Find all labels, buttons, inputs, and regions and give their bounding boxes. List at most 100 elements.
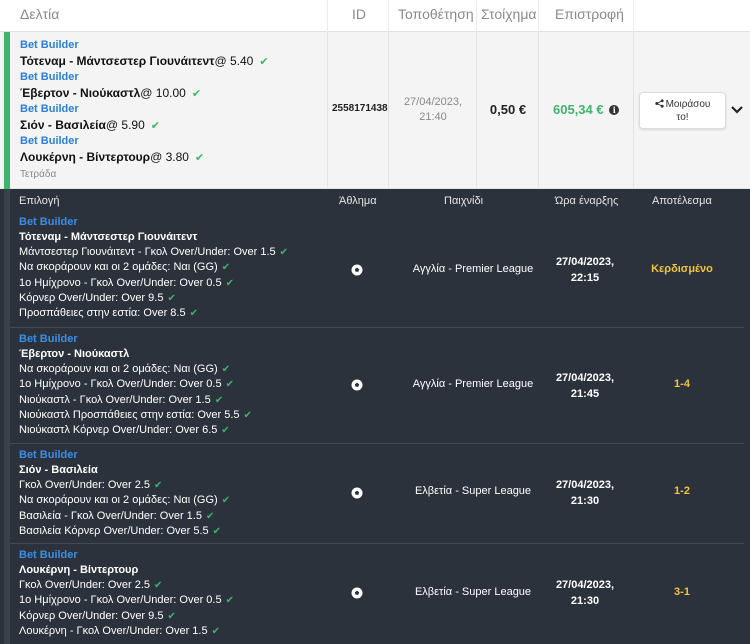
start-time: 27/04/2023, 22:15	[555, 256, 615, 284]
result-status: Κερδισμένο	[651, 263, 713, 275]
check-icon: ✔	[225, 379, 234, 391]
league-name: Αγγλία - Premier League	[412, 263, 534, 275]
check-icon: ✔	[205, 510, 215, 522]
details-header-sport: Άθλημα	[339, 195, 377, 207]
bet-details-panel: Επιλογή Άθλημα Παιχνίδι Ώρα έναρξης Αποτ…	[0, 189, 750, 644]
bet-slip-row[interactable]: Bet Builder Τότεναμ - Μάντσεστερ Γιουνάι…	[0, 32, 750, 189]
details-header-game: Παιχνίδι	[444, 195, 484, 207]
bet-leg: 1ο Ημίχρονο - Γκολ Over/Under: Over 0.5 ✔	[19, 378, 234, 391]
header-divider	[633, 0, 634, 32]
bet-leg: Μάντσεστερ Γιουνάιτεντ - Γκολ Over/Under…	[19, 246, 289, 258]
bet-builder-tag: Bet Builder	[20, 135, 79, 147]
header-id: ID	[352, 6, 366, 22]
slip-selection: Bet Builder Λουκέρνη - Βίντερτουρ@ 3.80 ✔	[20, 134, 204, 167]
league-name: Αγγλία - Premier League	[412, 378, 534, 390]
chevron-down-icon[interactable]	[730, 105, 744, 115]
start-time: 27/04/2023, 21:30	[555, 579, 615, 607]
slip-selection: Bet Builder Έβερτον - Νιούκαστλ@ 10.00 ✔	[20, 70, 201, 103]
stake-value: 0,50 €	[489, 102, 527, 117]
share-button[interactable]: Μοιράσου το!	[639, 92, 726, 129]
header-divider	[388, 0, 389, 32]
table-header: Δελτία ID Τοποθέτηση Στοίχημα Επιστροφή	[0, 0, 750, 32]
check-icon: ✔	[189, 308, 198, 320]
check-icon: ✔	[221, 364, 231, 375]
column-divider	[538, 32, 539, 189]
bet-leg: Κόρνερ Over/Under: Over 9.5 ✔	[19, 291, 176, 304]
bet-leg: Νιούκαστλ Κόρνερ Over/Under: Over 6.5 ✔	[19, 424, 230, 437]
check-icon: ✔	[167, 292, 176, 304]
football-icon	[351, 264, 363, 276]
result-score: 1-2	[674, 485, 690, 497]
selection-event: Έβερτον - Νιούκαστλ@ 10.00 ✔	[20, 86, 202, 100]
header-placement: Τοποθέτηση	[398, 6, 474, 22]
bet-builder-tag: Bet Builder	[19, 216, 78, 228]
check-icon: ✔	[221, 262, 231, 274]
column-divider	[388, 32, 389, 189]
header-slips: Δελτία	[20, 6, 60, 22]
selection-event: Σιόν - Βασιλεία@ 5.90 ✔	[20, 118, 160, 132]
league-name: Ελβετία - Super League	[414, 485, 532, 497]
bet-builder-tag: Bet Builder	[20, 103, 79, 115]
check-icon: ✔	[194, 152, 205, 164]
bet-id: 2558171438	[332, 103, 388, 114]
football-icon	[351, 487, 363, 499]
bet-leg: Να σκοράρουν και οι 2 ομάδες: Ναι (GG) ✔	[19, 261, 231, 274]
check-icon: ✔	[221, 495, 231, 507]
bet-builder-tag: Bet Builder	[20, 71, 79, 83]
bet-leg: 1ο Ημίχρονο - Γκολ Over/Under: Over 0.5 ✔	[19, 594, 234, 607]
header-stake: Στοίχημα	[481, 6, 537, 22]
share-label: το!	[676, 112, 689, 123]
result-score: 1-4	[674, 378, 690, 390]
football-icon	[351, 379, 363, 391]
check-icon: ✔	[279, 247, 289, 258]
selection-info: Bet Builder Σιόν - Βασιλεία Γκολ Over/Un…	[19, 448, 230, 539]
selection-row: Bet Builder Έβερτον - Νιούκαστλ Να σκορά…	[10, 327, 744, 443]
football-icon	[351, 587, 363, 599]
check-icon: ✔	[214, 394, 224, 406]
selection-event: Λουκέρνη - Βίντερτουρ@ 3.80 ✔	[20, 150, 205, 164]
selection-info: Bet Builder Λουκέρνη - Βίντερτουρ Γκολ O…	[19, 548, 234, 639]
bet-builder-tag: Bet Builder	[19, 549, 78, 561]
check-icon: ✔	[154, 480, 163, 491]
details-header-result: Αποτέλεσμα	[652, 195, 712, 207]
result-score: 3-1	[674, 586, 690, 598]
bet-leg: Προσπάθειες στην εστία: Over 8.5 ✔	[19, 307, 198, 320]
bet-leg: Γκολ Over/Under: Over 2.5 ✔	[19, 479, 163, 491]
check-icon: ✔	[225, 595, 234, 607]
bet-leg: Νιούκαστλ Προσπάθειες στην εστία: Over 5…	[19, 408, 252, 421]
league-name: Ελβετία - Super League	[414, 586, 532, 598]
check-icon: ✔	[243, 409, 252, 421]
bet-leg: Νιούκαστλ - Γκολ Over/Under: Over 1.5 ✔	[19, 393, 224, 406]
check-icon: ✔	[211, 625, 220, 637]
check-icon: ✔	[212, 525, 222, 537]
bet-leg: Κόρνερ Over/Under: Over 9.5 ✔	[19, 609, 176, 622]
bet-leg: 1ο Ημίχρονο - Γκολ Over/Under: Over 0.5 ✔	[19, 276, 234, 289]
share-label: Μοιράσου	[665, 99, 711, 110]
share-icon	[654, 99, 664, 108]
selection-info: Bet Builder Έβερτον - Νιούκαστλ Να σκορά…	[19, 332, 252, 438]
slip-selection: Bet Builder Σιόν - Βασιλεία@ 5.90 ✔	[20, 102, 160, 135]
column-divider	[327, 32, 328, 189]
event-name: Τότεναμ - Μάντσεστερ Γιουνάιτεντ	[19, 231, 198, 243]
bet-builder-tag: Bet Builder	[19, 333, 78, 345]
bet-leg: Βασιλεία Κόρνερ Over/Under: Over 5.5 ✔	[19, 524, 222, 537]
event-name: Σιόν - Βασιλεία	[19, 464, 98, 476]
return-value: 605,34 € i	[553, 102, 620, 117]
check-icon: ✔	[154, 580, 163, 591]
bet-builder-tag: Bet Builder	[19, 449, 78, 461]
bet-leg: Γκολ Over/Under: Over 2.5 ✔	[19, 579, 163, 591]
column-divider	[633, 32, 634, 189]
selection-row: Bet Builder Λουκέρνη - Βίντερτουρ Γκολ O…	[10, 543, 744, 644]
header-divider	[327, 0, 328, 32]
start-time: 27/04/2023, 21:45	[555, 372, 615, 400]
won-status-bar	[4, 32, 10, 189]
check-icon: ✔	[167, 610, 176, 622]
start-time: 27/04/2023, 21:30	[555, 479, 615, 507]
check-icon: ✔	[225, 277, 234, 289]
details-header-start: Ώρα έναρξης	[555, 195, 619, 207]
info-icon[interactable]: i	[609, 105, 620, 115]
bet-type-label: Τετράδα	[20, 169, 57, 180]
selection-row: Bet Builder Σιόν - Βασιλεία Γκολ Over/Un…	[10, 443, 744, 543]
details-header-selection: Επιλογή	[19, 195, 60, 207]
event-name: Λουκέρνη - Βίντερτουρ	[19, 564, 139, 576]
